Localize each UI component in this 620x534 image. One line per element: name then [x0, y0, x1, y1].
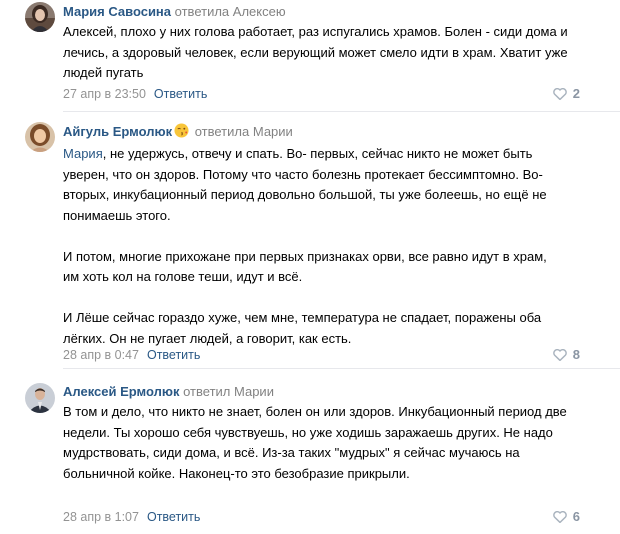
reply-button[interactable]: Ответить — [147, 348, 200, 362]
avatar[interactable] — [25, 2, 55, 32]
comment-meta: 27 апр в 23:50 Ответить — [63, 86, 207, 102]
reply-target-link[interactable]: Алексею — [233, 4, 286, 19]
comment-date[interactable]: 27 апр в 23:50 — [63, 87, 146, 101]
comment-meta: 28 апр в 0:47 Ответить — [63, 347, 200, 363]
comment-date[interactable]: 28 апр в 1:07 — [63, 510, 139, 524]
comment-header: Айгуль Ермолюк ответила Марии — [63, 123, 593, 143]
author-name[interactable]: Мария Савосина — [63, 4, 171, 19]
comment-meta: 28 апр в 1:07 Ответить — [63, 509, 200, 525]
like-count: 6 — [572, 509, 580, 524]
like-count: 2 — [572, 86, 580, 101]
author-name[interactable]: Айгуль Ермолюк — [63, 124, 172, 139]
comment: Алексей Ермолюк ответил Марии В том и де… — [0, 369, 620, 534]
comment-text-body: , не удержусь, отвечу и спать. Во- первы… — [63, 146, 547, 346]
comment-date[interactable]: 28 апр в 0:47 — [63, 348, 139, 362]
comment: Айгуль Ермолюк ответила Марии Мария, не … — [0, 112, 620, 368]
heart-icon — [552, 348, 567, 361]
comment-header: Мария Савосина ответила Алексею — [63, 3, 593, 21]
reply-target-link[interactable]: Марии — [234, 384, 274, 399]
heart-icon — [552, 510, 567, 523]
man-portrait-icon — [25, 383, 55, 413]
comment-text: В том и дело, что никто не знает, болен … — [63, 404, 571, 481]
woman-portrait-icon — [25, 122, 55, 152]
replied-label: ответил — [183, 384, 231, 399]
reply-button[interactable]: Ответить — [154, 87, 207, 101]
like-button[interactable]: 6 — [552, 509, 580, 524]
avatar[interactable] — [25, 383, 55, 413]
woman-portrait-icon — [25, 2, 55, 32]
heart-icon — [552, 87, 567, 100]
reply-button[interactable]: Ответить — [147, 510, 200, 524]
mention-link[interactable]: Мария — [63, 146, 103, 161]
comment: Мария Савосина ответила Алексею Алексей,… — [0, 0, 620, 110]
comment-header: Алексей Ермолюк ответил Марии — [63, 383, 593, 401]
like-button[interactable]: 2 — [552, 86, 580, 101]
comment-text: Алексей, плохо у них голова работает, ра… — [63, 24, 572, 80]
reply-target-link[interactable]: Марии — [253, 124, 293, 139]
kiss-emoji-icon — [174, 123, 189, 143]
like-button[interactable]: 8 — [552, 347, 580, 362]
author-name[interactable]: Алексей Ермолюк — [63, 384, 179, 399]
like-count: 8 — [572, 347, 580, 362]
replied-label: ответила — [194, 124, 250, 139]
avatar[interactable] — [25, 122, 55, 152]
replied-label: ответила — [174, 4, 230, 19]
comment-text: Мария, не удержусь, отвечу и спать. Во- … — [63, 144, 563, 349]
